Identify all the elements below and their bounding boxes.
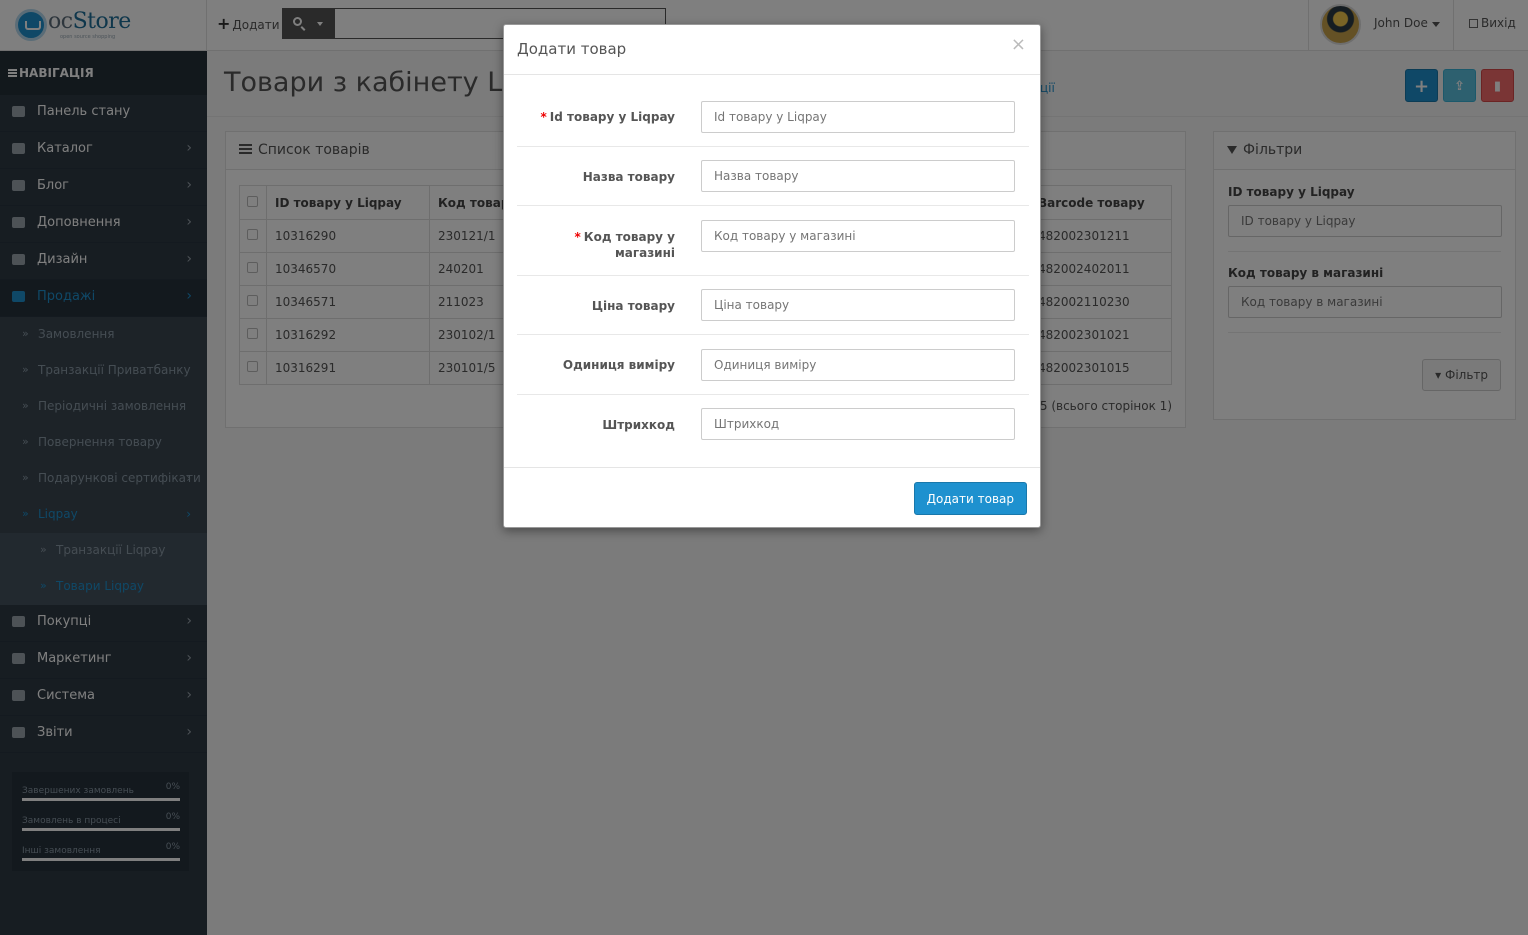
modal-body: *Id товару у Liqpay Назва товару *Код то… [517,87,1029,455]
add-product-modal: Додати товар × *Id товару у Liqpay Назва… [503,24,1041,528]
form-row-unit: Одиниця виміру [517,335,1029,395]
product-name-field[interactable] [701,160,1015,192]
modal-header: Додати товар × [504,25,1040,75]
liqpay-id-label: * Id товару у Liqpay [540,110,675,124]
form-row-liqpay-id: * Id товару у Liqpay [517,87,1029,147]
unit-field[interactable] [701,349,1015,381]
form-row-store-code: * Код товару у магазині [517,206,1029,276]
modal-title: Додати товар [517,40,627,58]
barcode-field[interactable] [701,408,1015,440]
required-marker: * [574,230,581,244]
store-code-label: * Код товару у магазині [574,230,675,260]
add-product-submit-button[interactable]: Додати товар [913,482,1027,515]
price-label: Ціна товару [591,299,675,313]
form-row-barcode: Штрихкод [517,395,1029,455]
liqpay-id-field[interactable] [701,101,1015,133]
barcode-label: Штрихкод [602,418,675,432]
unit-label: Одиниця виміру [562,358,675,372]
store-code-field[interactable] [701,220,1015,252]
close-button[interactable]: × [1011,35,1026,55]
required-marker: * [540,110,547,124]
price-field[interactable] [701,289,1015,321]
form-row-name: Назва товару [517,147,1029,206]
form-row-price: Ціна товару [517,276,1029,335]
modal-footer: Додати товар [504,467,1040,527]
product-name-label: Назва товару [582,170,675,184]
